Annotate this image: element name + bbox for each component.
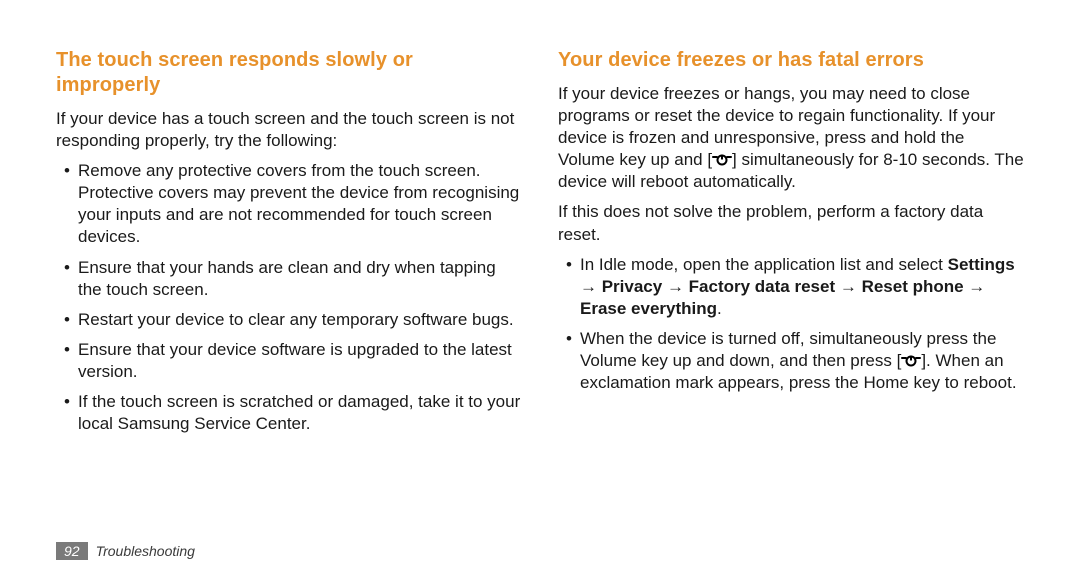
page-footer: 92 Troubleshooting [56,542,195,560]
list-item: Restart your device to clear any tempora… [56,309,522,331]
manual-page: The touch screen responds slowly or impr… [0,0,1080,586]
list-item: When the device is turned off, simultane… [558,328,1024,394]
list-item: If the touch screen is scratched or dama… [56,391,522,435]
bullets-touchscreen: Remove any protective covers from the to… [56,160,522,435]
bullets-freeze: In Idle mode, open the application list … [558,254,1024,395]
intro-touchscreen: If your device has a touch screen and th… [56,108,522,152]
para-freeze-2: If this does not solve the problem, perf… [558,201,1024,245]
footer-section-label: Troubleshooting [96,543,195,559]
list-item: In Idle mode, open the application list … [558,254,1024,320]
power-icon [712,153,732,167]
heading-touchscreen: The touch screen responds slowly or impr… [56,48,522,98]
power-icon [901,354,921,368]
left-column: The touch screen responds slowly or impr… [56,48,522,443]
list-item: Remove any protective covers from the to… [56,160,522,248]
two-column-layout: The touch screen responds slowly or impr… [56,48,1024,443]
list-item: Ensure that your hands are clean and dry… [56,257,522,301]
para-freeze-1: If your device freezes or hangs, you may… [558,83,1024,193]
page-number: 92 [56,542,88,560]
right-column: Your device freezes or has fatal errors … [558,48,1024,443]
text-fragment: . [717,299,722,318]
list-item: Ensure that your device software is upgr… [56,339,522,383]
heading-freeze: Your device freezes or has fatal errors [558,48,1024,73]
text-fragment: In Idle mode, open the application list … [580,255,948,274]
